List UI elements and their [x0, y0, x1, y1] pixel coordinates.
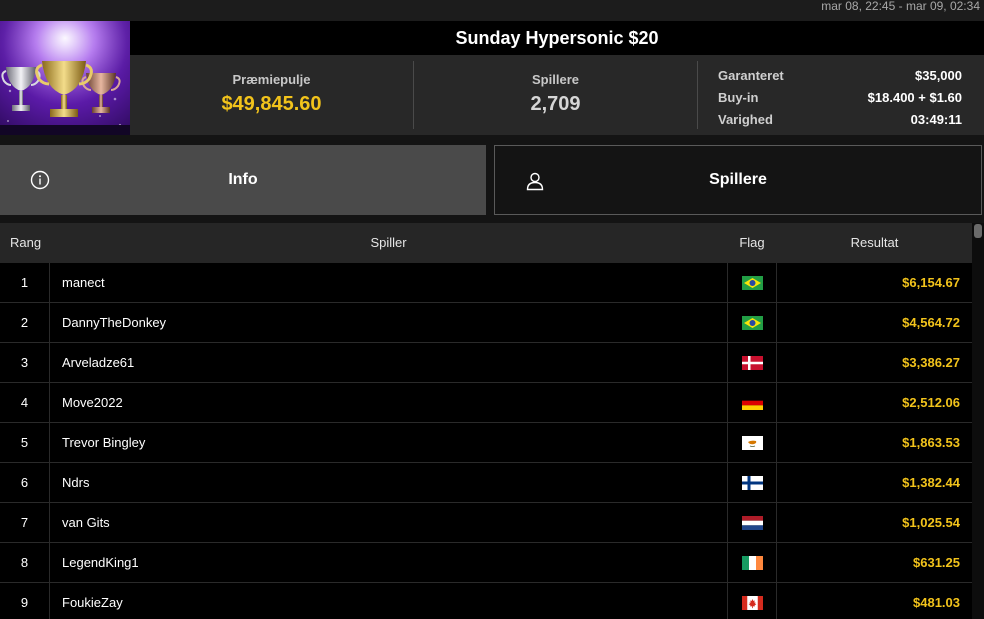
detail-guaranteed: Garanteret $35,000 [718, 65, 962, 87]
players-label: Spillere [532, 72, 579, 87]
rank-cell: 8 [0, 543, 50, 582]
flag-cell [727, 303, 777, 342]
detail-value: $18.400 + $1.60 [867, 90, 962, 105]
flag-cell [727, 583, 777, 619]
tab-info[interactable]: Info [0, 145, 486, 215]
detail-duration: Varighed 03:49:11 [718, 109, 962, 131]
table-row[interactable]: 2 DannyTheDonkey $4,564.72 [0, 303, 972, 343]
result-value: $1,863.53 [902, 435, 960, 450]
player-name[interactable]: Ndrs [62, 463, 89, 502]
finland-flag-icon [741, 475, 763, 490]
scrollbar[interactable] [972, 223, 984, 619]
column-header-rank[interactable]: Rang [10, 223, 41, 263]
tab-bar: Info Spillere [0, 145, 984, 215]
table-body: 1 manect $6,154.67 2 DannyTheDonkey $4,564.72… [0, 263, 972, 619]
player-name[interactable]: FoukieZay [62, 583, 123, 619]
denmark-flag-icon [741, 355, 763, 370]
brazil-flag-icon [741, 275, 763, 290]
table-row[interactable]: 4 Move2022 $2,512.06 [0, 383, 972, 423]
result-value: $4,564.72 [902, 315, 960, 330]
title-bar: Sunday Hypersonic $20 [130, 21, 984, 55]
table-row[interactable]: 3 Arveladze61 $3,386.27 [0, 343, 972, 383]
rank-cell: 9 [0, 583, 50, 619]
detail-label: Varighed [718, 112, 773, 127]
player-name[interactable]: Move2022 [62, 383, 123, 422]
table-row[interactable]: 1 manect $6,154.67 [0, 263, 972, 303]
player-name[interactable]: LegendKing1 [62, 543, 139, 582]
rank-cell: 6 [0, 463, 50, 502]
table-row[interactable]: 5 Trevor Bingley $1,863.53 [0, 423, 972, 463]
user-icon [526, 172, 544, 191]
player-name[interactable]: manect [62, 263, 105, 302]
result-value: $6,154.67 [902, 275, 960, 290]
detail-label: Buy-in [718, 90, 759, 105]
table-row[interactable]: 8 LegendKing1 $631.25 [0, 543, 972, 583]
rank-cell: 2 [0, 303, 50, 342]
prize-pool: Præmiepulje $49,845.60 [130, 55, 413, 135]
player-name[interactable]: DannyTheDonkey [62, 303, 166, 342]
table-header: Rang Spiller Flag Resultat [0, 223, 972, 263]
rank-cell: 3 [0, 343, 50, 382]
trophy-image [0, 21, 130, 135]
result-value: $1,382.44 [902, 475, 960, 490]
detail-label: Garanteret [718, 68, 784, 83]
flag-cell [727, 503, 777, 542]
player-count: Spillere 2,709 [414, 55, 697, 135]
rank-cell: 4 [0, 383, 50, 422]
flag-cell [727, 263, 777, 302]
rank-cell: 5 [0, 423, 50, 462]
cyprus-flag-icon [741, 435, 763, 450]
result-value: $481.03 [913, 595, 960, 610]
tab-players[interactable]: Spillere [494, 145, 982, 215]
rank-cell: 1 [0, 263, 50, 302]
canada-flag-icon [741, 595, 763, 610]
table-row[interactable]: 9 FoukieZay $481.03 [0, 583, 972, 619]
flag-cell [727, 423, 777, 462]
player-name[interactable]: Arveladze61 [62, 343, 134, 382]
column-header-player[interactable]: Spiller [50, 223, 727, 263]
detail-value: $35,000 [915, 68, 962, 83]
flag-cell [727, 463, 777, 502]
tab-players-label: Spillere [709, 171, 767, 188]
prize-pool-label: Præmiepulje [232, 72, 311, 87]
tournament-stats: Præmiepulje $49,845.60 Spillere 2,709 Ga… [130, 55, 984, 135]
info-circle-icon [30, 170, 50, 190]
result-value: $1,025.54 [902, 515, 960, 530]
table-row[interactable]: 6 Ndrs $1,382.44 [0, 463, 972, 503]
result-value: $631.25 [913, 555, 960, 570]
netherlands-flag-icon [741, 515, 763, 530]
flag-cell [727, 543, 777, 582]
player-name[interactable]: van Gits [62, 503, 110, 542]
tournament-details: Garanteret $35,000 Buy-in $18.400 + $1.6… [718, 65, 962, 131]
players-value: 2,709 [530, 93, 581, 115]
divider [697, 61, 698, 129]
top-bar: mar 08, 22:45 - mar 09, 02:34 [0, 0, 984, 21]
rank-cell: 7 [0, 503, 50, 542]
player-name[interactable]: Trevor Bingley [62, 423, 145, 462]
prize-pool-value: $49,845.60 [221, 93, 322, 115]
ireland-flag-icon [741, 555, 763, 570]
result-value: $2,512.06 [902, 395, 960, 410]
tournament-title: Sunday Hypersonic $20 [455, 27, 659, 48]
tab-info-label: Info [228, 171, 258, 188]
scrollbar-thumb[interactable] [974, 224, 982, 238]
date-range: mar 08, 22:45 - mar 09, 02:34 [821, 0, 980, 13]
detail-buy-in: Buy-in $18.400 + $1.60 [718, 87, 962, 109]
flag-cell [727, 343, 777, 382]
result-value: $3,386.27 [902, 355, 960, 370]
germany-flag-icon [741, 395, 763, 410]
table-row[interactable]: 7 van Gits $1,025.54 [0, 503, 972, 543]
results-table: Rang Spiller Flag Resultat 1 manect $6,154… [0, 223, 972, 619]
tournament-header: Sunday Hypersonic $20 Præmiepulje $49,84… [0, 21, 984, 135]
brazil-flag-icon [741, 315, 763, 330]
column-header-result[interactable]: Resultat [777, 223, 972, 263]
detail-value: 03:49:11 [910, 112, 962, 127]
column-header-flag[interactable]: Flag [728, 223, 776, 263]
flag-cell [727, 383, 777, 422]
